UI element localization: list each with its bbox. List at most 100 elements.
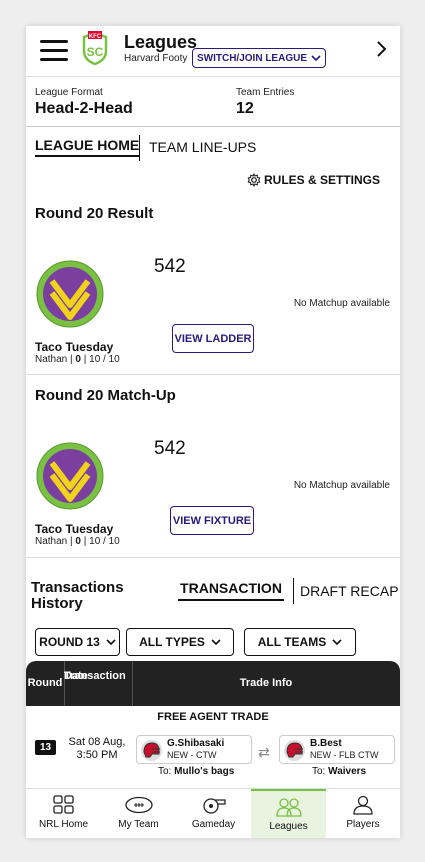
swap-icon: ⇄ xyxy=(258,744,270,760)
player-out-name: B.Best xyxy=(310,738,342,749)
league-format-label: League Format xyxy=(35,87,103,98)
whistle-icon xyxy=(202,798,226,814)
player-out-card[interactable]: B.Best NEW - FLB CTW xyxy=(279,735,395,764)
gear-icon xyxy=(247,173,261,187)
tab-draft-recap[interactable]: DRAFT RECAP xyxy=(300,583,399,599)
team-logo xyxy=(36,260,104,328)
player-out-info: NEW - FLB CTW xyxy=(310,750,379,760)
col-round: Round xyxy=(27,677,63,689)
view-ladder-button[interactable]: VIEW LADDER xyxy=(172,324,254,353)
team-entries-value: 12 xyxy=(236,100,254,117)
owner-points: 0 xyxy=(75,354,81,365)
team-logo xyxy=(36,442,104,510)
bottom-nav: NRL Home My Team Gameday Leagues Players xyxy=(26,788,400,838)
football-icon xyxy=(124,796,153,814)
no-matchup-text: No Matchup available xyxy=(293,298,390,309)
types-filter[interactable]: ALL TYPES xyxy=(126,628,234,656)
team-name: Taco Tuesday xyxy=(35,340,114,354)
player-in-to-prefix: To: xyxy=(158,766,172,777)
player-in-card[interactable]: G.Shibasaki NEW - CTW xyxy=(136,735,252,764)
tab-transaction[interactable]: TRANSACTION xyxy=(178,580,284,601)
transactions-title-line2: History xyxy=(31,595,83,612)
tab-divider xyxy=(293,578,294,604)
switch-league-label: SWITCH/JOIN LEAGUE xyxy=(196,52,307,64)
header: KFC SC Leagues Harvard Footy SWITCH/JOIN… xyxy=(26,26,400,77)
svg-text:KFC: KFC xyxy=(89,34,102,40)
tab-team-lineups[interactable]: TEAM LINE-UPS xyxy=(149,139,256,155)
team-owner-record: Nathan | 0 | 10 / 10 xyxy=(35,536,120,547)
team-entries-label: Team Entries xyxy=(236,87,295,98)
helmet-icon xyxy=(284,740,305,761)
transactions-table-header: Round Transaction Date Trade Info xyxy=(26,661,400,706)
player-in-destination: To: Mullo's bags xyxy=(158,766,234,777)
transaction-date-line2: 3:50 PM xyxy=(76,749,118,761)
person-icon xyxy=(353,795,373,815)
nav-label: Players xyxy=(346,819,380,830)
chevron-right-icon[interactable] xyxy=(376,40,388,58)
player-in-name: G.Shibasaki xyxy=(167,738,225,749)
player-in-to: Mullo's bags xyxy=(174,766,235,777)
view-fixture-button[interactable]: VIEW FIXTURE xyxy=(170,506,254,535)
svg-text:SC: SC xyxy=(87,45,104,59)
switch-league-button[interactable]: SWITCH/JOIN LEAGUE xyxy=(192,48,326,68)
kfc-sc-logo: KFC SC xyxy=(82,31,108,65)
col-separator xyxy=(64,661,65,706)
transaction-date: Sat 08 Aug, 3:50 PM xyxy=(66,736,128,762)
section-divider xyxy=(26,557,400,558)
col-date-line2: Date xyxy=(64,670,88,682)
rules-settings-link[interactable]: RULES & SETTINGS xyxy=(247,173,380,187)
chevron-down-icon xyxy=(211,638,221,645)
chevron-down-icon xyxy=(332,638,342,645)
users-icon xyxy=(275,798,302,817)
player-out-to-prefix: To: xyxy=(312,766,326,777)
player-out-destination: To: Waivers xyxy=(312,766,366,777)
nav-label: My Team xyxy=(118,819,159,830)
nav-label: Leagues xyxy=(269,821,308,832)
team-name: Taco Tuesday xyxy=(35,522,114,536)
nav-label: Gameday xyxy=(191,819,236,830)
transaction-date-line1: Sat 08 Aug, xyxy=(68,736,126,748)
app-screen: KFC SC Leagues Harvard Footy SWITCH/JOIN… xyxy=(26,26,400,838)
hamburger-icon[interactable] xyxy=(40,40,68,62)
league-format-value: Head-2-Head xyxy=(35,100,133,117)
owner-record: | 10 / 10 xyxy=(83,354,120,365)
round-filter-value: ROUND 13 xyxy=(39,635,100,649)
nav-my-team[interactable]: My Team xyxy=(101,789,176,838)
result-title: Round 20 Result xyxy=(35,205,154,222)
league-tabs: LEAGUE HOME TEAM LINE-UPS xyxy=(26,127,400,169)
owner-record: | 10 / 10 xyxy=(83,536,120,547)
nav-nrl-home[interactable]: NRL Home xyxy=(26,789,101,838)
tab-divider xyxy=(139,135,140,161)
section-divider xyxy=(26,374,400,375)
matchup-title: Round 20 Match-Up xyxy=(35,387,176,404)
team-owner-record: Nathan | 0 | 10 / 10 xyxy=(35,354,120,365)
round-filter[interactable]: ROUND 13 xyxy=(35,628,120,656)
grid-icon xyxy=(52,795,74,814)
team-score: 542 xyxy=(154,256,186,277)
teams-filter[interactable]: ALL TEAMS xyxy=(244,628,356,656)
helmet-icon xyxy=(141,740,162,761)
nav-leagues[interactable]: Leagues xyxy=(251,789,326,838)
chevron-down-icon xyxy=(106,638,116,645)
transactions-title: Transactions History xyxy=(31,580,151,612)
trade-type-label: FREE AGENT TRADE xyxy=(157,711,269,723)
page-title: Leagues xyxy=(124,32,198,52)
player-out-to: Waivers xyxy=(328,766,367,777)
chevron-down-icon xyxy=(311,54,321,61)
nav-label: NRL Home xyxy=(38,819,89,830)
rules-settings-label: RULES & SETTINGS xyxy=(263,173,380,187)
transactions-title-line1: Transactions xyxy=(31,579,124,596)
owner-name: Nathan xyxy=(35,354,68,365)
league-info: League Format Head-2-Head Team Entries 1… xyxy=(26,77,400,127)
no-matchup-text: No Matchup available xyxy=(293,480,390,491)
owner-points: 0 xyxy=(75,536,81,547)
nav-players[interactable]: Players xyxy=(326,789,400,838)
teams-filter-value: ALL TEAMS xyxy=(257,635,327,649)
league-name: Harvard Footy xyxy=(124,53,188,64)
round-badge: 13 xyxy=(35,740,56,755)
nav-gameday[interactable]: Gameday xyxy=(176,789,251,838)
types-filter-value: ALL TYPES xyxy=(139,635,205,649)
owner-name: Nathan xyxy=(35,536,68,547)
player-in-info: NEW - CTW xyxy=(167,750,217,760)
tab-league-home[interactable]: LEAGUE HOME xyxy=(35,137,140,157)
